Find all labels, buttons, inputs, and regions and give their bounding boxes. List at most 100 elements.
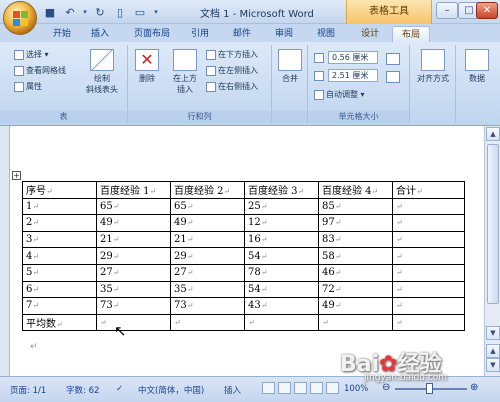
- save-icon[interactable]: ■: [42, 4, 58, 20]
- table-cell[interactable]: 58↵: [318, 247, 393, 265]
- table-cell[interactable]: 65↵: [96, 197, 171, 216]
- alignment-button[interactable]: 对齐方式: [413, 49, 453, 84]
- scroll-up-icon[interactable]: ▲: [486, 127, 500, 141]
- table-cell[interactable]: 97↵: [318, 214, 393, 232]
- table-cell[interactable]: 21↵: [170, 230, 245, 249]
- tab-page-layout[interactable]: 页面布局: [128, 26, 176, 42]
- open-folder-icon[interactable]: ▭: [132, 4, 148, 20]
- table-cell[interactable]: 16↵: [244, 230, 319, 249]
- table-cell[interactable]: 29↵: [96, 247, 171, 265]
- table-cell[interactable]: ↵: [318, 313, 393, 332]
- table-move-handle[interactable]: +: [12, 171, 21, 180]
- tab-review[interactable]: 审阅: [270, 26, 298, 42]
- language[interactable]: 中文(简体，中国): [138, 384, 204, 396]
- table-cell[interactable]: 25↵: [244, 197, 319, 216]
- insert-right-button[interactable]: 在右侧插入: [206, 81, 258, 92]
- tab-mailings[interactable]: 邮件: [228, 26, 256, 42]
- table-cell[interactable]: ↵: [170, 313, 245, 332]
- draw-diagonal-header-button[interactable]: 绘制 斜线表头: [82, 49, 122, 95]
- redo-icon[interactable]: ↻: [92, 4, 108, 20]
- table-cell[interactable]: 12↵: [244, 214, 319, 232]
- table-cell[interactable]: ↵: [392, 263, 465, 282]
- distribute-columns-icon[interactable]: [386, 71, 400, 83]
- table-cell[interactable]: ↵: [392, 197, 465, 216]
- undo-dropdown-icon[interactable]: ▾: [82, 4, 88, 20]
- table-cell[interactable]: 百度经验 2↵: [170, 181, 245, 199]
- table-cell[interactable]: 5↵: [22, 263, 97, 282]
- table-cell[interactable]: 3↵: [22, 230, 97, 249]
- full-screen-view-icon[interactable]: [278, 382, 291, 394]
- scroll-thumb[interactable]: [487, 144, 499, 304]
- table-cell[interactable]: 73↵: [170, 297, 245, 315]
- table-cell[interactable]: 43↵: [244, 297, 319, 315]
- table-cell[interactable]: 46↵: [318, 263, 393, 282]
- table-cell[interactable]: 72↵: [318, 280, 393, 299]
- web-layout-view-icon[interactable]: [294, 382, 307, 394]
- tab-design[interactable]: 设计: [352, 26, 388, 42]
- table-cell[interactable]: 合计↵: [392, 181, 465, 199]
- insert-above-button[interactable]: 在上方 插入: [168, 49, 202, 95]
- data-button[interactable]: 数据: [459, 49, 495, 84]
- tab-layout[interactable]: 布局: [392, 26, 430, 42]
- vertical-scrollbar[interactable]: ▲ ▼ ▲ ▼: [484, 126, 500, 376]
- table-cell[interactable]: 54↵: [244, 247, 319, 265]
- autofit-button[interactable]: 自动调整 ▾: [314, 89, 365, 100]
- tab-insert[interactable]: 插入: [86, 26, 114, 42]
- tab-home[interactable]: 开始: [48, 26, 76, 42]
- table-cell[interactable]: 百度经验 3↵: [244, 181, 319, 199]
- table-cell[interactable]: 73↵: [96, 297, 171, 315]
- draft-view-icon[interactable]: [326, 382, 339, 394]
- table-cell[interactable]: ↵: [392, 313, 465, 332]
- scroll-down-icon[interactable]: ▼: [486, 326, 500, 340]
- insert-mode[interactable]: 插入: [224, 384, 241, 396]
- outline-view-icon[interactable]: [310, 382, 323, 394]
- table-cell[interactable]: ↵: [392, 280, 465, 299]
- table-cell[interactable]: 序号↵: [22, 181, 97, 199]
- print-layout-view-icon[interactable]: [262, 382, 275, 394]
- data-table[interactable]: 序号↵ 百度经验 1↵ 百度经验 2↵ 百度经验 3↵ 百度经验 4↵ 合计↵ 1↵ 65↵ 6…: [22, 181, 465, 332]
- table-cell[interactable]: 29↵: [170, 247, 245, 265]
- table-cell[interactable]: 21↵: [96, 230, 171, 249]
- table-cell[interactable]: 7↵: [22, 297, 97, 315]
- close-button[interactable]: ✕: [476, 2, 498, 19]
- minimize-button[interactable]: –: [436, 2, 458, 19]
- table-cell[interactable]: 27↵: [170, 263, 245, 282]
- table-cell[interactable]: ↵: [244, 313, 319, 332]
- table-cell[interactable]: 65↵: [170, 197, 245, 216]
- table-cell[interactable]: 85↵: [318, 197, 393, 216]
- table-cell[interactable]: ↵: [96, 313, 171, 332]
- tab-references[interactable]: 引用: [186, 26, 214, 42]
- table-cell[interactable]: ↵: [392, 247, 465, 265]
- tab-view[interactable]: 视图: [312, 26, 340, 42]
- view-gridlines-button[interactable]: 查看网格线: [14, 65, 66, 76]
- table-cell[interactable]: 78↵: [244, 263, 319, 282]
- table-cell[interactable]: ↵: [392, 230, 465, 249]
- column-width-input[interactable]: 2.51 厘米: [328, 69, 378, 82]
- table-cell[interactable]: 49↵: [96, 214, 171, 232]
- distribute-rows-icon[interactable]: [386, 53, 400, 65]
- insert-below-button[interactable]: 在下方插入: [206, 49, 258, 60]
- table-cell[interactable]: 百度经验 1↵: [96, 181, 171, 199]
- customize-qat-icon[interactable]: ▾: [152, 4, 160, 20]
- table-cell[interactable]: 6↵: [22, 280, 97, 299]
- table-cell[interactable]: 平均数↵: [22, 313, 97, 332]
- table-cell[interactable]: 4↵: [22, 247, 97, 265]
- proofing-icon[interactable]: ✓: [116, 384, 123, 394]
- table-cell[interactable]: 1↵: [22, 197, 97, 216]
- table-cell[interactable]: 2↵: [22, 214, 97, 232]
- office-button[interactable]: [3, 1, 37, 35]
- table-cell[interactable]: 35↵: [170, 280, 245, 299]
- table-cell[interactable]: ↵: [392, 214, 465, 232]
- properties-button[interactable]: 属性: [14, 81, 42, 92]
- delete-button[interactable]: ✕ 删除: [132, 49, 162, 84]
- new-document-icon[interactable]: ▯: [112, 4, 128, 20]
- insert-left-button[interactable]: 在左侧插入: [206, 65, 258, 76]
- table-cell[interactable]: 54↵: [244, 280, 319, 299]
- table-cell[interactable]: 27↵: [96, 263, 171, 282]
- merge-button[interactable]: 合并: [275, 49, 305, 84]
- table-cell[interactable]: 49↵: [318, 297, 393, 315]
- undo-icon[interactable]: ↶: [62, 4, 78, 20]
- table-cell[interactable]: ↵: [392, 297, 465, 315]
- select-button[interactable]: 选择 ▾: [14, 49, 49, 60]
- page-count[interactable]: 页面: 1/1: [10, 384, 46, 396]
